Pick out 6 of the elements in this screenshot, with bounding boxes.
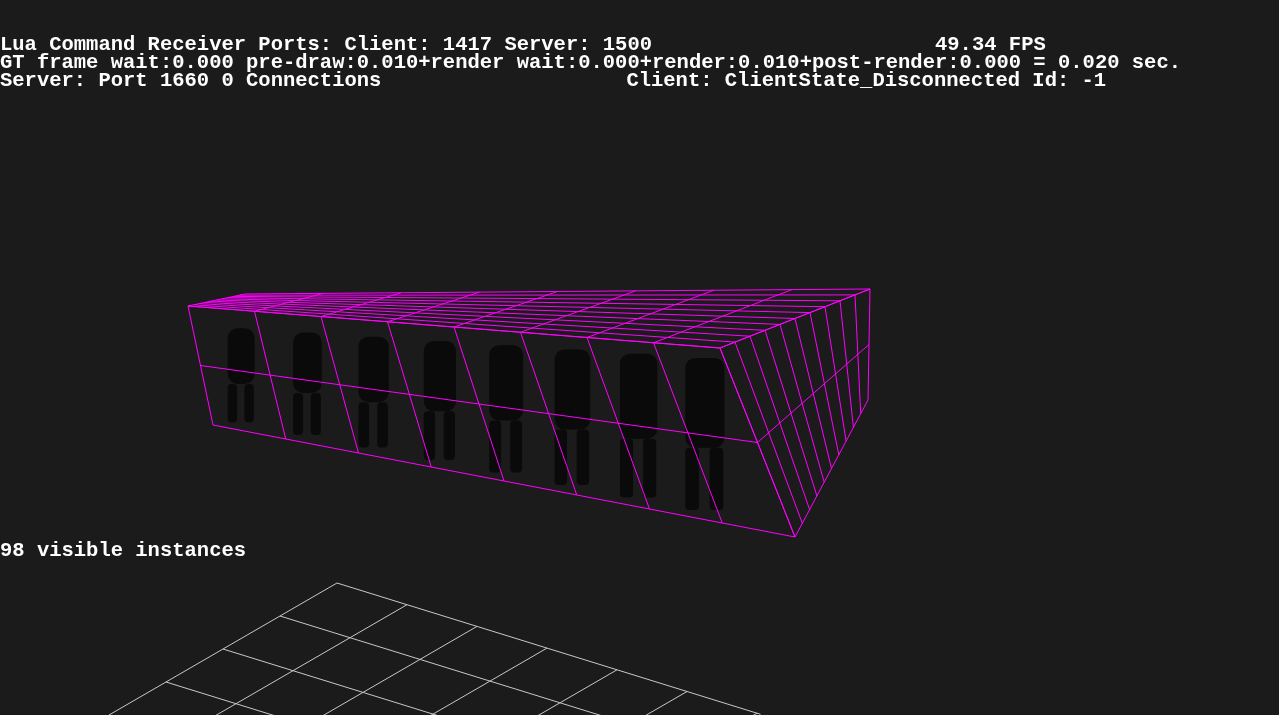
status-text: Client: ClientState_Disconnected Id: -1: [626, 72, 1107, 90]
status-text: Lua Command Receiver Ports: Client: 1417 Server: 1500: [0, 36, 652, 54]
status-text: Server: Port 1660 0 Connections: [0, 72, 382, 90]
status-text: 49.34 FPS: [935, 36, 1046, 54]
status-text: GT frame wait:0.000 pre-draw:0.010+render wait:0.000+render:0.010+post-render:0.000 = 0.020 sec.: [0, 54, 1181, 72]
instance-count-text: 98 visible instances: [0, 542, 247, 560]
